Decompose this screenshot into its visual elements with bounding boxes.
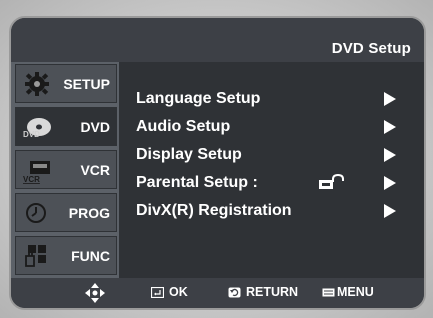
return-hint: RETURN: [228, 285, 318, 301]
sidebar-item-label: FUNC: [71, 248, 110, 264]
menu-item-audio-setup[interactable]: Audio Setup: [136, 114, 406, 138]
sidebar-item-setup[interactable]: SETUP: [15, 64, 117, 103]
sidebar-item-vcr[interactable]: VCR VCR: [15, 150, 117, 189]
sidebar-item-label: PROG: [68, 205, 110, 221]
ok-label: OK: [169, 285, 188, 299]
svg-text:DVD: DVD: [23, 130, 40, 139]
dvd-disc-icon: DVD: [23, 118, 51, 139]
gear-icon: [25, 72, 49, 96]
return-key-icon: [228, 287, 241, 298]
menu-item-parental-setup[interactable]: Parental Setup :: [136, 170, 406, 194]
menu-item-display-setup[interactable]: Display Setup: [136, 142, 406, 166]
ok-hint: OK: [151, 285, 211, 301]
menu-item-label: Display Setup: [136, 146, 242, 163]
sidebar: SETUP DVD DVD VCR VCR PROG FUNC: [11, 62, 119, 278]
menu-item-label: Parental Setup :: [136, 174, 258, 191]
unlocked-padlock-icon: [319, 174, 344, 189]
enter-key-icon: [151, 287, 164, 298]
header-bar: DVD Setup: [11, 18, 424, 62]
menu-item-label: Audio Setup: [136, 118, 231, 135]
arrow-right-icon: [384, 120, 396, 134]
sidebar-item-func[interactable]: FUNC: [15, 236, 117, 275]
sidebar-item-label: VCR: [80, 162, 110, 178]
screen-frame: DVD Setup SETUP DVD DVD VCR VCR PROG FUN…: [0, 0, 433, 318]
sidebar-item-dvd[interactable]: DVD DVD: [15, 107, 117, 146]
arrow-right-icon: [384, 148, 396, 162]
arrow-right-icon: [384, 204, 396, 218]
menu-item-label: Language Setup: [136, 90, 261, 107]
sidebar-item-label: DVD: [80, 119, 110, 135]
sidebar-item-prog[interactable]: PROG: [15, 193, 117, 232]
menu-item-divx-registration[interactable]: DivX(R) Registration: [136, 198, 406, 222]
function-grid-icon: [25, 245, 46, 267]
four-way-nav-icon: [85, 283, 105, 303]
page-title: DVD Setup: [331, 40, 411, 57]
osd-panel: DVD Setup SETUP DVD DVD VCR VCR PROG FUN…: [9, 16, 426, 310]
clock-icon: [26, 203, 46, 223]
arrow-right-icon: [384, 176, 396, 190]
menu-key-icon: [322, 288, 335, 297]
menu-hint: MENU: [322, 285, 392, 301]
menu-item-label: DivX(R) Registration: [136, 202, 292, 219]
sidebar-item-label: SETUP: [63, 76, 110, 92]
vcr-icon: VCR: [23, 161, 50, 184]
footer-bar: OK RETURN MENU: [11, 278, 424, 308]
return-label: RETURN: [246, 285, 299, 299]
menu-label: MENU: [337, 285, 374, 299]
arrow-right-icon: [384, 92, 396, 106]
menu-item-language-setup[interactable]: Language Setup: [136, 86, 406, 110]
svg-text:VCR: VCR: [23, 175, 40, 184]
menu-list: Language Setup Audio Setup Display Setup…: [119, 62, 424, 278]
